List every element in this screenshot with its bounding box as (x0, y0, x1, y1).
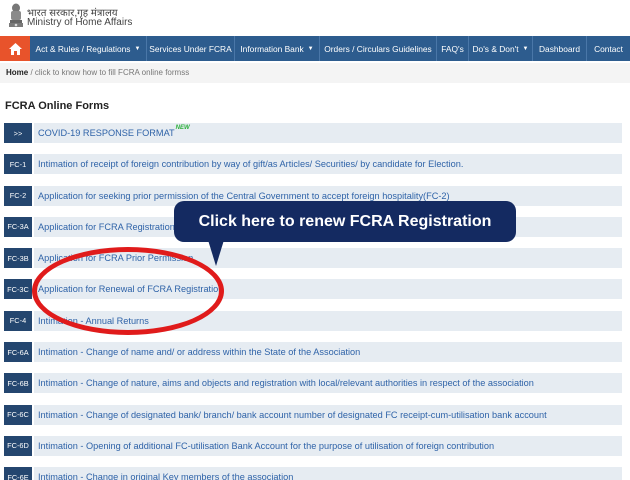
highlight-ring (32, 247, 224, 335)
form-link[interactable]: Intimation - Change of designated bank/ … (34, 404, 622, 425)
breadcrumb-current: / click to know how to fill FCRA online … (30, 68, 190, 77)
form-row-fc-6a[interactable]: FC-6A Intimation - Change of name and/ o… (4, 342, 622, 363)
form-code: FC-6B (4, 373, 32, 394)
form-link[interactable]: Intimation - Change in original Key memb… (34, 467, 622, 480)
nav-item-dashboard[interactable]: Dashboard (533, 36, 587, 61)
form-code: >> (4, 123, 32, 143)
form-link[interactable]: COVID-19 RESPONSE FORMAT NEW (34, 123, 622, 143)
form-row-fc-6b[interactable]: FC-6B Intimation - Change of nature, aim… (4, 373, 622, 394)
new-badge: NEW (175, 125, 190, 131)
breadcrumb: Home / click to know how to fill FCRA on… (0, 63, 630, 83)
form-link[interactable]: Intimation - Opening of additional FC-ut… (34, 435, 622, 456)
nav-item-faqs[interactable]: FAQ's (437, 36, 469, 61)
ministry-name: Ministry of Home Affairs (27, 17, 133, 28)
form-link[interactable]: Intimation - Change of name and/ or addr… (34, 342, 622, 363)
form-link[interactable]: Intimation of receipt of foreign contrib… (34, 154, 622, 175)
national-emblem-icon (9, 3, 23, 27)
form-code: FC-6E (4, 467, 32, 480)
form-row-fc-6d[interactable]: FC-6D Intimation - Opening of additional… (4, 435, 622, 456)
form-code: FC-6C (4, 404, 32, 425)
nav-item-orders-circulars[interactable]: Orders / Circulars Guidelines (320, 36, 437, 61)
form-row-covid[interactable]: >> COVID-19 RESPONSE FORMAT NEW (4, 123, 622, 143)
form-code: FC-3C (4, 279, 32, 300)
breadcrumb-home-link[interactable]: Home (6, 68, 28, 77)
caret-down-icon: ▼ (307, 45, 314, 52)
nav-item-dos-donts[interactable]: Do's & Don't ▼ (469, 36, 533, 61)
form-code: FC-2 (4, 185, 32, 206)
form-code: FC-4 (4, 310, 32, 331)
site-header: भारत सरकार,गृह मंत्रालय Ministry of Home… (0, 0, 630, 34)
nav-item-information-bank[interactable]: Information Bank ▼ (235, 36, 320, 61)
form-code: FC-6D (4, 435, 32, 456)
callout-pointer (208, 240, 224, 266)
home-icon (8, 42, 22, 55)
form-row-fc-6e[interactable]: FC-6E Intimation - Change in original Ke… (4, 467, 622, 480)
nav-item-services[interactable]: Services Under FCRA (147, 36, 235, 61)
nav-item-act-rules[interactable]: Act & Rules / Regulations ▼ (30, 36, 147, 61)
form-row-fc-6c[interactable]: FC-6C Intimation - Change of designated … (4, 404, 622, 425)
form-code: FC-1 (4, 154, 32, 175)
caret-down-icon: ▼ (134, 45, 141, 52)
form-row-fc-1[interactable]: FC-1 Intimation of receipt of foreign co… (4, 154, 622, 175)
form-code: FC-3A (4, 216, 32, 237)
caret-down-icon: ▼ (522, 45, 529, 52)
form-code: FC-3B (4, 248, 32, 269)
renew-callout: Click here to renew FCRA Registration (174, 201, 516, 242)
nav-item-contact[interactable]: Contact (587, 36, 630, 61)
page: भारत सरकार,गृह मंत्रालय Ministry of Home… (0, 0, 630, 480)
section-title: FCRA Online Forms (5, 100, 110, 112)
nav-home-button[interactable] (0, 36, 30, 61)
main-nav: Act & Rules / Regulations ▼ Services Unde… (0, 36, 630, 61)
form-link[interactable]: Intimation - Change of nature, aims and … (34, 373, 622, 394)
form-code: FC-6A (4, 342, 32, 363)
